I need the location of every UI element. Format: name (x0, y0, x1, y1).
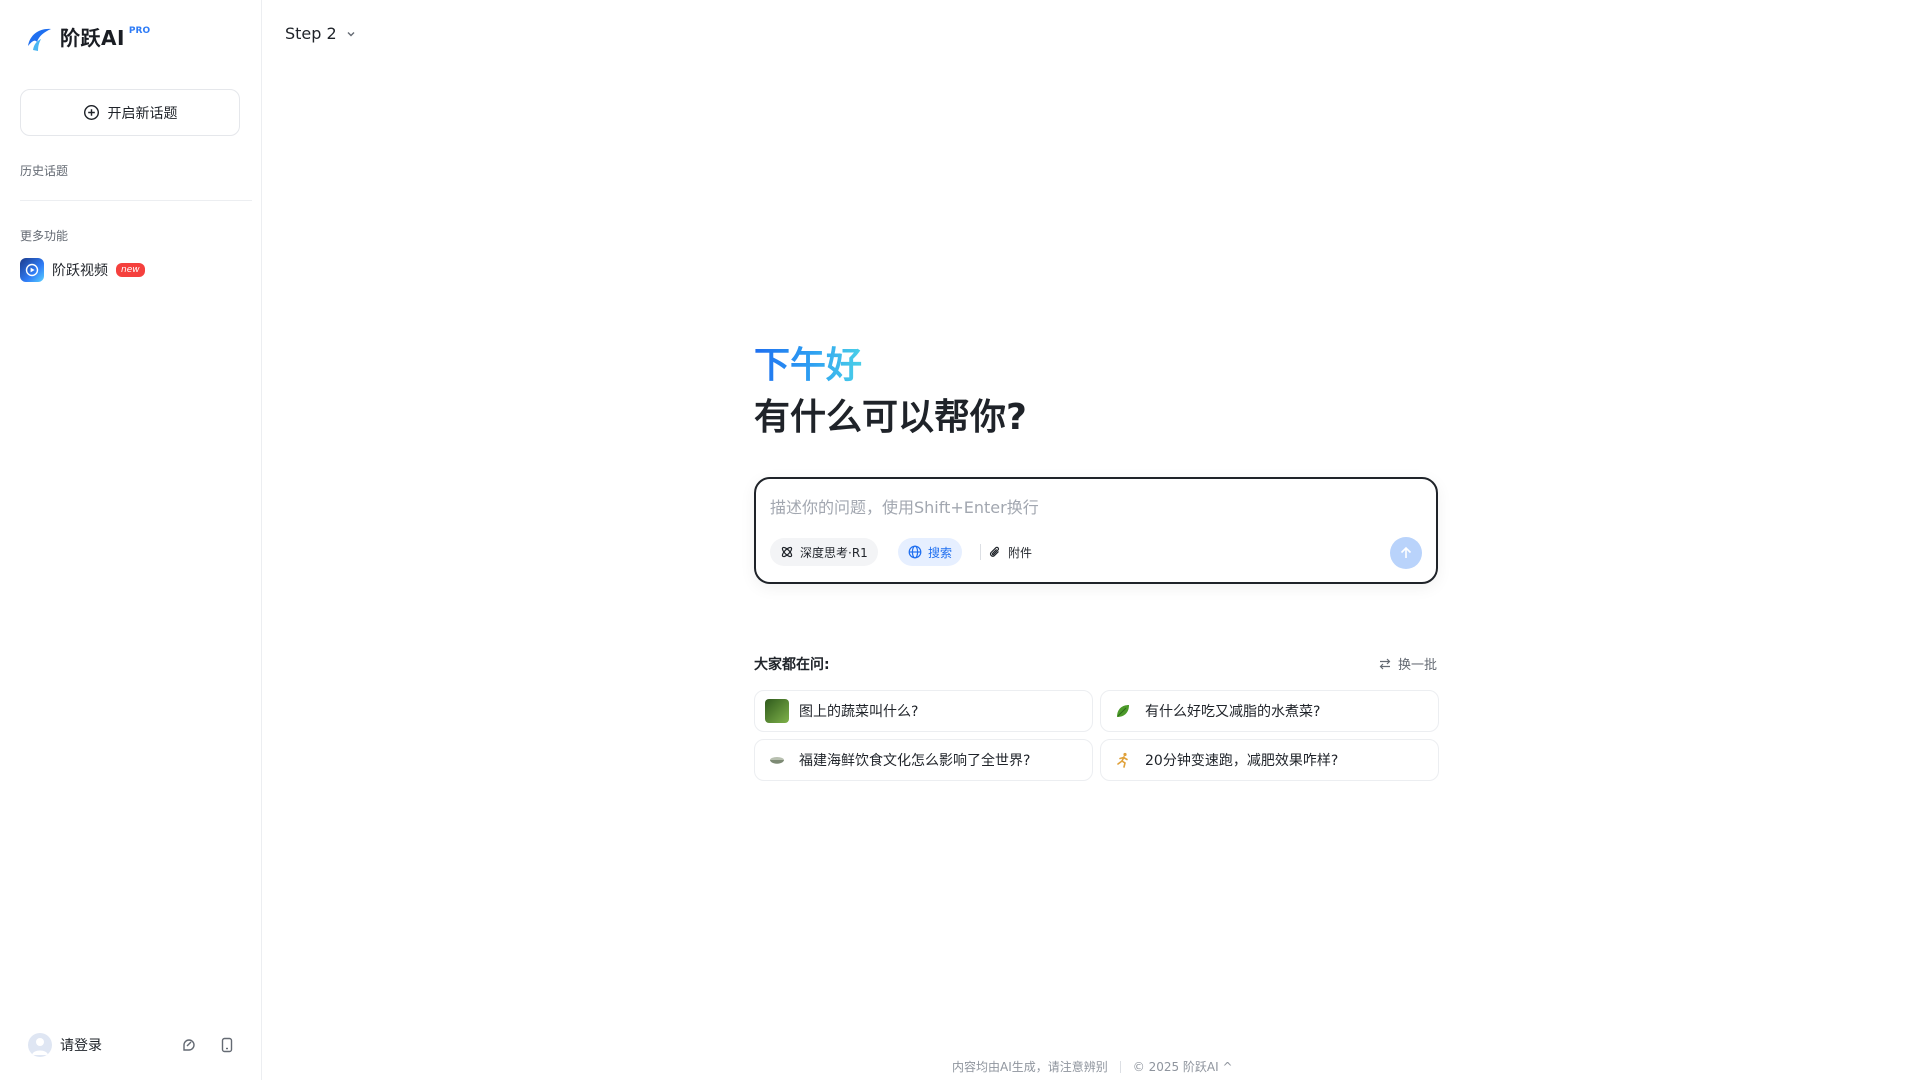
logo-icon (28, 28, 51, 51)
deep-think-label: 深度思考·R1 (800, 545, 868, 560)
footer: 内容均由AI生成，请注意辨别 © 2025 阶跃AI ^ (952, 1058, 1233, 1075)
deep-think-toggle[interactable]: 深度思考·R1 (770, 538, 878, 566)
footer-divider (1119, 1060, 1121, 1073)
model-select-label: Step 2 (285, 24, 337, 43)
vegetable-photo-icon (765, 699, 789, 723)
plus-circle-icon (83, 104, 99, 121)
chat-input[interactable] (770, 493, 1410, 521)
suggestion-text: 图上的蔬菜叫什么? (799, 704, 919, 720)
new-badge: new (116, 263, 145, 277)
sidebar-divider (20, 200, 252, 201)
runner-icon (1111, 748, 1135, 772)
suggestion-text: 有什么好吃又减脂的水煮菜? (1145, 704, 1321, 720)
suggestion-card[interactable]: 图上的蔬菜叫什么? (754, 690, 1093, 732)
atom-icon (781, 546, 793, 558)
brand-pro-tag: PRO (128, 26, 151, 36)
login-label: 请登录 (60, 1038, 102, 1054)
refresh-label: 换一批 (1398, 658, 1438, 673)
page-title: 有什么可以帮你? (754, 397, 1027, 438)
leaf-icon (1111, 699, 1135, 723)
new-topic-label: 开启新话题 (107, 104, 178, 121)
arrow-up-icon (1400, 546, 1412, 558)
send-button[interactable] (1390, 537, 1422, 569)
search-toggle[interactable]: 搜索 (898, 538, 963, 566)
feedback-icon[interactable] (180, 1036, 198, 1054)
globe-icon (908, 545, 922, 559)
footer-disclaimer: 内容均由AI生成，请注意辨别 (952, 1060, 1108, 1074)
avatar (28, 1033, 52, 1057)
new-topic-button[interactable]: 开启新话题 (20, 89, 240, 136)
search-label: 搜索 (928, 545, 953, 560)
suggestion-text: 福建海鲜饮食文化怎么影响了全世界? (799, 753, 1031, 769)
brand-name: 阶跃AI (60, 26, 125, 50)
mobile-app-icon[interactable] (218, 1036, 236, 1054)
paperclip-icon (990, 546, 1000, 557)
attach-button[interactable]: 附件 (978, 538, 1042, 566)
brand-logo[interactable]: 阶跃AI PRO (24, 24, 150, 54)
refresh-suggestions-button[interactable]: 换一批 (1378, 654, 1437, 673)
swap-icon (1379, 658, 1391, 669)
video-app-icon (20, 258, 44, 282)
greeting: 下午好 (754, 342, 862, 390)
suggestion-card[interactable]: 20分钟变速跑，减肥效果咋样? (1100, 739, 1439, 781)
chevron-down-icon (347, 31, 355, 36)
suggestion-card[interactable]: 福建海鲜饮食文化怎么影响了全世界? (754, 739, 1093, 781)
sidebar-item-video[interactable]: 阶跃视频 new (20, 258, 145, 282)
footer-copyright[interactable]: © 2025 阶跃AI ^ (1133, 1058, 1233, 1075)
login-button[interactable]: 请登录 (28, 1033, 102, 1057)
seafood-bowl-icon (765, 748, 789, 772)
attach-label: 附件 (1008, 545, 1033, 560)
suggestions-label: 大家都在问: (754, 657, 830, 673)
sidebar: 阶跃AI PRO 开启新话题 历史话题 更多功能 阶跃视频 new 请登录 (0, 0, 262, 1080)
sidebar-item-label: 阶跃视频 (52, 263, 108, 279)
model-select[interactable]: Step 2 (285, 24, 357, 43)
suggestion-text: 20分钟变速跑，减肥效果咋样? (1145, 753, 1339, 769)
history-section-label: 历史话题 (20, 164, 69, 178)
more-features-label: 更多功能 (20, 229, 69, 243)
chat-input-box: 深度思考·R1 搜索 附件 (754, 477, 1438, 584)
suggestion-card[interactable]: 有什么好吃又减脂的水煮菜? (1100, 690, 1439, 732)
